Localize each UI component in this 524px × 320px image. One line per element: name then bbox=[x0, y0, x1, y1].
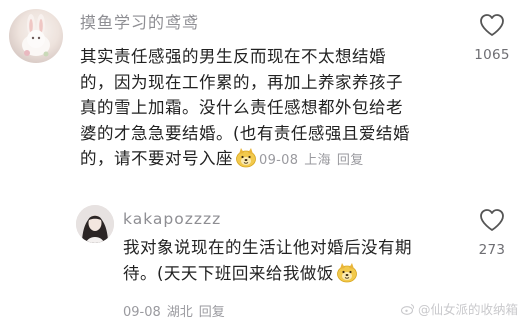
comment-username[interactable]: 摸鱼学习的鸢鸢 bbox=[80, 9, 199, 33]
rabbit-avatar-icon bbox=[22, 14, 50, 57]
comment-date: 09-08 bbox=[259, 153, 299, 169]
reply-text: 我对象说现在的生活让他对婚后没有期 待。(天天下班回来给我做饭 bbox=[123, 235, 413, 286]
reply-like-button[interactable]: 273 bbox=[466, 208, 518, 258]
comment-line: 真的雪上加霜。没什么责任感想都外包给老 bbox=[80, 98, 403, 118]
reply-meta: 09-08 湖北 回复 bbox=[123, 301, 231, 320]
heart-icon bbox=[480, 14, 504, 36]
reply-last-line: 待。(天天下班回来给我做饭 bbox=[123, 261, 413, 287]
comment-line: 其实责任感强的男生反而现在不太想结婚 bbox=[80, 47, 386, 66]
comment-line: 的，因为现在工作累的，再加上养家养孩子 bbox=[80, 72, 403, 92]
comment-line: 的，请不要对号入座 bbox=[80, 149, 233, 169]
reply-reply-button[interactable]: 回复 bbox=[199, 305, 225, 320]
watermark-text: @仙女派的收纳箱 bbox=[417, 302, 518, 317]
heart-icon bbox=[480, 209, 504, 231]
comment-text: 其实责任感强的男生反而现在不太想结婚 的，因为现在工作累的，再加上养家养孩子 真… bbox=[80, 44, 450, 174]
doge-emoji-icon bbox=[337, 262, 357, 282]
comment-line: 婆的才急急要结婚。(也有责任感强且爱结婚 bbox=[80, 123, 410, 143]
reply-location: 湖北 bbox=[166, 305, 193, 320]
reply-like-count: 273 bbox=[478, 242, 506, 258]
reply-line: 我对象说现在的生活让他对婚后没有期 bbox=[123, 238, 412, 257]
user-avatar[interactable] bbox=[9, 9, 63, 63]
like-count: 1065 bbox=[474, 47, 510, 63]
comment-last-line: 的，请不要对号入座 09-08 上海 回复 bbox=[80, 146, 450, 174]
reply-line: 待。(天天下班回来给我做饭 bbox=[123, 263, 334, 283]
like-button[interactable]: 1065 bbox=[466, 13, 518, 63]
reply-username[interactable]: kakapozzzz bbox=[123, 210, 221, 228]
comment-location: 上海 bbox=[304, 153, 331, 169]
reply-user-avatar[interactable] bbox=[76, 205, 114, 243]
watermark: @仙女派的收纳箱 bbox=[400, 299, 518, 318]
reply-button[interactable]: 回复 bbox=[337, 153, 364, 168]
doge-emoji-icon bbox=[236, 148, 256, 168]
portrait-avatar-icon bbox=[76, 205, 114, 243]
comment-meta: 09-08 上海 回复 bbox=[259, 153, 370, 168]
reply-date: 09-08 bbox=[123, 305, 161, 320]
weibo-icon bbox=[400, 304, 415, 315]
